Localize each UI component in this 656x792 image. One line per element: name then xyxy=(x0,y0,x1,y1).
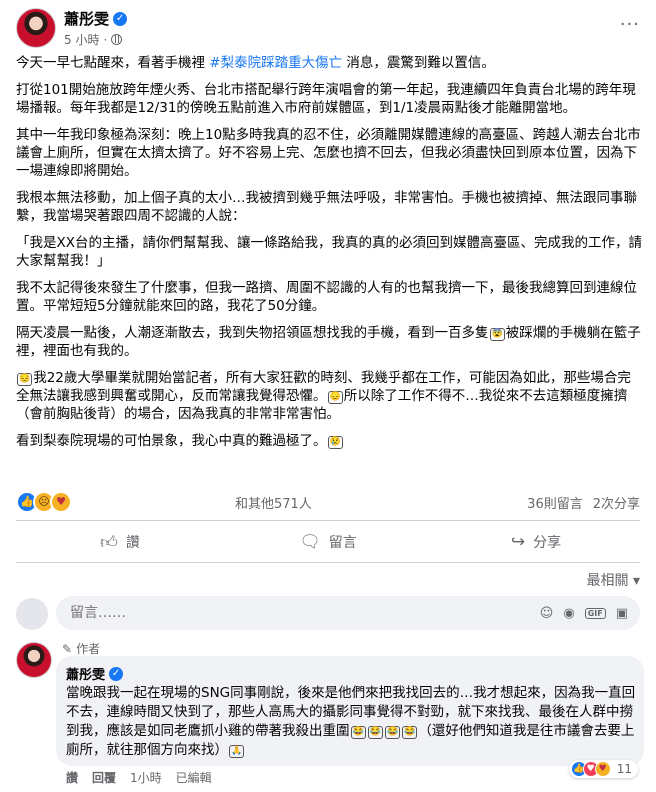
text-run: 看到梨泰院現場的可怕景象，我心中真的難過極了。 xyxy=(16,433,327,449)
post-time[interactable]: 5 小時 xyxy=(64,31,99,48)
post-paragraph: 打從101開始施放跨年煙火秀、台北市搭配舉行跨年演唱會的第一年起，我連續四年負責… xyxy=(16,81,644,117)
post-meta: 5 小時 · xyxy=(64,31,127,48)
comment-count[interactable]: 36則留言 xyxy=(527,493,583,512)
author-name[interactable]: 蕭彤雯 xyxy=(64,8,109,29)
care-reaction-icon: ♥ xyxy=(594,761,611,777)
reaction-summary[interactable]: 和其他571人 xyxy=(235,493,312,512)
comment-reply-button[interactable]: 回覆 xyxy=(92,769,116,786)
post-paragraph: 我不太記得後來發生了什麼事，但我一路擠、周圍不認識的人有的也幫我擠一下，最後我總… xyxy=(16,279,644,315)
post-paragraph: 隔天凌晨一點後，人潮逐漸散去，我到失物招領區想找我的手機，看到一百多隻 😨 被踩爛的… xyxy=(16,324,644,360)
emoji-glyph-icon: 🙏 xyxy=(229,745,245,758)
sticker-icon[interactable]: ▣ xyxy=(616,606,628,621)
author-tag-label: 作者 xyxy=(76,642,101,656)
share-label: 分享 xyxy=(533,535,562,551)
author-block: 蕭彤雯 ✓ 5 小時 · xyxy=(64,8,128,48)
post-body: 今天一早七點醒來，看著手機裡 #梨泰院踩踏重大傷亡 消息，震驚到難以置信。打從1… xyxy=(16,54,644,459)
reaction-stats: 36則留言 2次分享 xyxy=(527,493,640,512)
like-label: 讚 xyxy=(125,535,140,551)
camera-icon[interactable]: ◉ xyxy=(563,606,574,621)
comment-label: 留言 xyxy=(328,535,357,551)
text-run: 我不太記得後來發生了什麼事，但我一路擠、周圍不認識的人有的也幫我擠一下，最後我總… xyxy=(16,280,637,314)
text-run: 隔天凌晨一點後，人潮逐漸散去，我到失物招領區想找我的手機，看到一百多隻 xyxy=(16,325,489,341)
verified-badge-icon: ✓ xyxy=(113,11,128,26)
comment-edited: 已編輯 xyxy=(175,771,212,785)
post-paragraph: 「我是XX台的主播，請你們幫幫我、讓一條路給我，我真的真的必須回到媒體高臺區、完… xyxy=(16,234,644,270)
comment-sort-dropdown[interactable]: 最相關 ▾ xyxy=(587,570,640,590)
comment-author-name[interactable]: 蕭彤雯 xyxy=(66,664,105,683)
divider-bottom xyxy=(16,562,640,563)
divider-top xyxy=(16,520,640,521)
comment-time[interactable]: 1小時 xyxy=(130,769,162,786)
emoji-glyph-icon: 😔 xyxy=(17,373,33,386)
speech-bubble-icon: 🗨︎ xyxy=(299,532,321,552)
share-arrow-icon: ↪ xyxy=(510,532,526,552)
emoji-glyph-icon: 😂 xyxy=(350,726,366,739)
comment-author-avatar[interactable] xyxy=(16,642,52,678)
text-run: 今天一早七點醒來，看著手機裡 xyxy=(16,55,210,71)
text-run: 打從101開始施放跨年煙火秀、台北市搭配舉行跨年演唱會的第一年起，我連續四年負責… xyxy=(16,82,636,116)
post-paragraph: 看到梨泰院現場的可怕景象，我心中真的難過極了。 😢 xyxy=(16,432,644,450)
comment-input-box[interactable]: ☺ ◉ GIF ▣ xyxy=(56,596,640,630)
emoji-icon[interactable]: ☺ xyxy=(540,606,554,621)
post-header: 蕭彤雯 ✓ 5 小時 · xyxy=(16,6,128,50)
sort-label: 最相關 xyxy=(586,573,629,589)
emoji-glyph-icon: 😢 xyxy=(327,436,343,449)
comment-name-row: 蕭彤雯 ✓ xyxy=(66,664,124,683)
meta-separator: · xyxy=(103,32,108,47)
comment-text: 當晚跟我一起在現場的SNG同事剛說，後來是他們來把我找回去的…我才想起來，因為我… xyxy=(66,684,636,760)
verified-badge-icon: ✓ xyxy=(109,666,124,681)
viewer-avatar xyxy=(16,598,48,630)
author-avatar[interactable] xyxy=(16,8,56,48)
post-paragraph: 我根本無法移動，加上個子真的太小…我被擠到幾乎無法呼吸，非常害怕。手機也被擠掉、… xyxy=(16,189,644,225)
emoji-glyph-icon: 😞 xyxy=(327,391,343,404)
reaction-bar: 👍 ☹ ♥ 和其他571人 36則留言 2次分享 xyxy=(16,491,640,513)
gif-icon[interactable]: GIF xyxy=(584,607,606,619)
comment-like-button[interactable]: 讚 xyxy=(66,769,78,786)
post-paragraph: 今天一早七點醒來，看著手機裡 #梨泰院踩踏重大傷亡 消息，震驚到難以置信。 xyxy=(16,54,644,72)
comment-reactions[interactable]: 👍 ♥ ♥ 11 xyxy=(568,760,638,778)
share-button[interactable]: ↪ 分享 xyxy=(432,528,640,556)
post-paragraph: 😔 我22歲大學畢業就開始當記者，所有大家狂歡的時刻、我幾乎都在工作，可能因為如此… xyxy=(16,369,644,423)
emoji-glyph-icon: 😂 xyxy=(367,726,383,739)
like-button[interactable]: 👍︎ 讚 xyxy=(16,528,224,556)
comment-actions: 讚 回覆 1小時 已編輯 xyxy=(66,769,212,786)
comment-button[interactable]: 🗨︎ 留言 xyxy=(224,528,432,556)
author-tag: ✎ 作者 xyxy=(62,640,100,657)
text-run: 消息，震驚到難以置信。 xyxy=(342,55,495,71)
text-run: 「我是XX台的主播，請你們幫幫我、讓一條路給我，我真的真的必須回到媒體高臺區、完… xyxy=(16,235,642,269)
emoji-glyph-icon: 😂 xyxy=(384,726,401,739)
text-run: 我根本無法移動，加上個子真的太小…我被擠到幾乎無法呼吸，非常害怕。手機也被擠掉、… xyxy=(16,190,637,224)
text-run: 其中一年我印象極為深刻：晚上10點多時我真的忍不住，必須離開媒體連線的高臺區、跨… xyxy=(16,127,641,179)
hashtag-link[interactable]: #梨泰院踩踏重大傷亡 xyxy=(209,55,342,71)
comment-input-tools: ☺ ◉ GIF ▣ xyxy=(540,606,628,621)
action-bar: 👍︎ 讚 🗨︎ 留言 ↪ 分享 xyxy=(16,528,640,556)
globe-icon xyxy=(111,34,123,45)
emoji-glyph-icon: 😨 xyxy=(489,328,505,341)
pen-icon: ✎ xyxy=(62,641,73,656)
thumbs-up-icon: 👍︎ xyxy=(100,532,118,553)
chevron-down-icon: ▾ xyxy=(632,573,640,589)
comment-input[interactable] xyxy=(68,604,540,622)
more-options-icon[interactable]: ··· xyxy=(620,14,640,35)
author-row: 蕭彤雯 ✓ xyxy=(64,8,128,29)
comment-reaction-count: 11 xyxy=(616,762,632,776)
care-reaction-icon: ♥ xyxy=(50,491,72,513)
post-paragraph: 其中一年我印象極為深刻：晚上10點多時我真的忍不住，必須離開媒體連線的高臺區、跨… xyxy=(16,126,644,180)
share-count[interactable]: 2次分享 xyxy=(593,493,640,512)
facebook-post: 蕭彤雯 ✓ 5 小時 · ··· 今天一早七點醒來，看著手機裡 #梨泰院踩踏重大… xyxy=(0,0,656,792)
emoji-glyph-icon: 😂 xyxy=(402,726,418,739)
